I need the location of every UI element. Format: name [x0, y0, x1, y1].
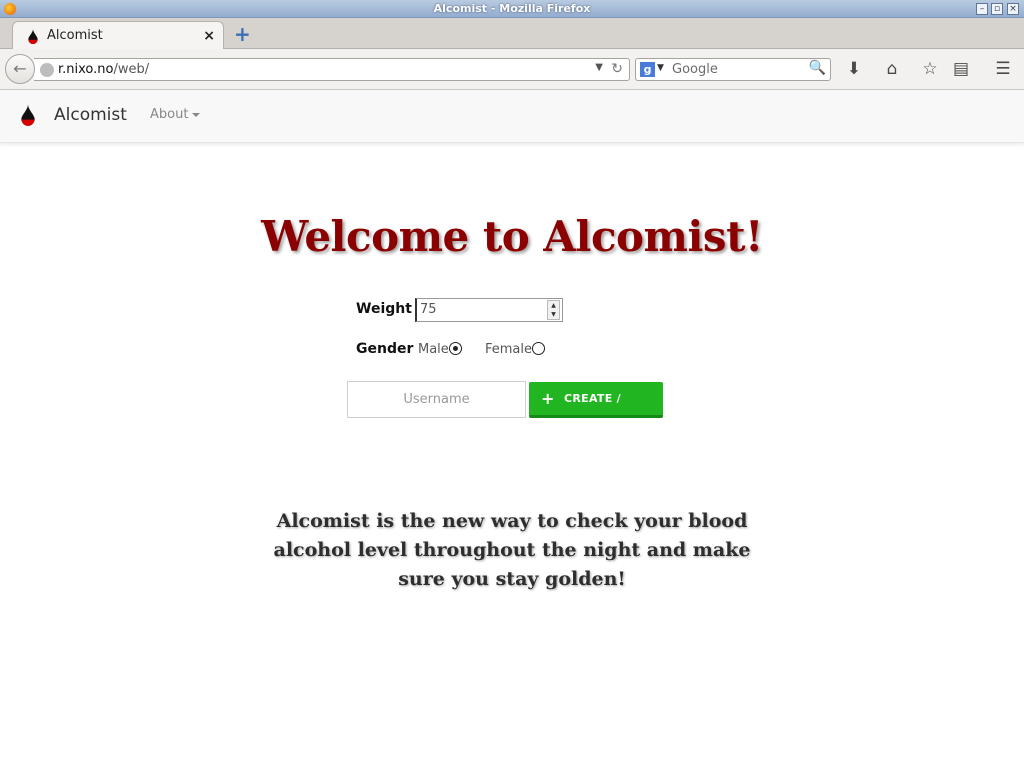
minimize-button[interactable]: – — [976, 3, 988, 15]
back-button[interactable]: ← — [5, 54, 35, 84]
download-icon[interactable]: ⬇ — [843, 59, 865, 79]
globe-icon — [40, 63, 54, 77]
about-dropdown[interactable]: About — [150, 107, 201, 122]
maximize-button[interactable]: ▫ — [991, 3, 1003, 15]
search-input[interactable]: Google — [672, 62, 718, 77]
gender-option-female-label: Female — [485, 342, 533, 357]
tab-strip: Alcomist × + — [0, 18, 1024, 50]
search-engine-dropdown-icon[interactable]: ▼ — [657, 63, 664, 73]
url-path: /web/ — [113, 62, 150, 77]
gender-male-radio[interactable] — [449, 342, 462, 355]
window-titlebar: Alcomist - Mozilla Firefox – ▫ × — [0, 0, 1024, 18]
drop-favicon-icon — [28, 29, 38, 44]
close-window-button[interactable]: × — [1007, 3, 1019, 15]
search-engine-icon[interactable]: g — [640, 62, 655, 77]
weight-stepper[interactable]: ▲ ▼ — [547, 300, 560, 320]
back-arrow-icon: ← — [13, 59, 27, 78]
username-input[interactable]: Username — [347, 381, 526, 418]
page-title: Welcome to Alcomist! — [261, 212, 763, 261]
menu-icon[interactable]: ☰ — [992, 59, 1014, 79]
caret-down-icon — [192, 112, 201, 117]
about-label: About — [150, 107, 189, 122]
bookmark-star-icon[interactable]: ☆ — [919, 59, 941, 79]
window-title: Alcomist - Mozilla Firefox — [433, 2, 591, 15]
gender-label: Gender — [356, 341, 414, 357]
close-tab-icon[interactable]: × — [203, 28, 215, 44]
reload-icon[interactable]: ↻ — [611, 61, 623, 77]
weight-input[interactable]: 75 ▲ ▼ — [415, 298, 563, 322]
tab-label: Alcomist — [47, 28, 103, 43]
tab-alcomist[interactable]: Alcomist × — [12, 21, 224, 50]
plus-icon: + — [541, 389, 555, 408]
url-bar[interactable]: r.nixo.no/web/ ▼ ↻ — [34, 58, 630, 81]
search-bar[interactable]: g ▼ Google 🔍 — [635, 58, 831, 81]
alcomist-logo-icon[interactable] — [20, 104, 36, 126]
gender-female-radio[interactable] — [532, 342, 545, 355]
gender-option-male-label: Male — [418, 342, 449, 357]
create-login-button[interactable]: + CREATE / LOGIN — [529, 382, 663, 438]
tagline: Alcomist is the new way to check your bl… — [273, 510, 751, 590]
weight-label: Weight — [356, 301, 412, 317]
home-icon[interactable]: ⌂ — [881, 59, 903, 79]
search-icon[interactable]: 🔍 — [809, 60, 826, 76]
site-navbar: Alcomist About — [0, 90, 1024, 143]
new-tab-icon[interactable]: + — [234, 24, 251, 44]
site-brand[interactable]: Alcomist — [54, 105, 127, 125]
url-text: r.nixo.no/web/ — [58, 62, 149, 77]
reading-list-icon[interactable]: ▤ — [950, 59, 972, 79]
url-host: r.nixo.no — [58, 62, 114, 77]
url-history-dropdown-icon[interactable]: ▼ — [595, 62, 603, 73]
create-login-label: CREATE / LOGIN — [564, 392, 621, 438]
nav-toolbar: r.nixo.no/web/ ▼ ↻ ← g ▼ Google 🔍 ⬇ ⌂ ☆ … — [0, 49, 1024, 90]
weight-value: 75 — [420, 302, 437, 317]
